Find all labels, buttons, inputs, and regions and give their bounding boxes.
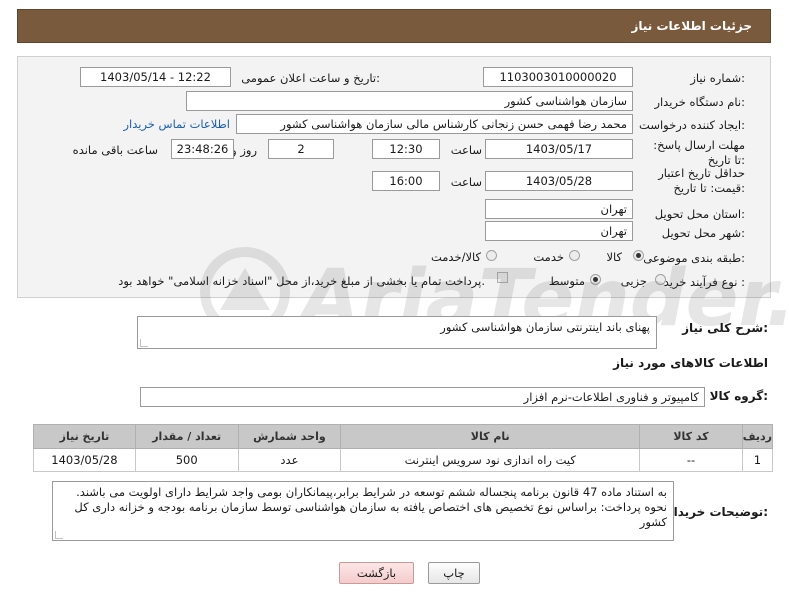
announce-datetime-label: تاریخ و ساعت اعلان عمومی:	[241, 71, 380, 85]
col-header-index: ردیف	[741, 424, 774, 449]
price-validity-time-label: ساعت	[450, 175, 482, 189]
price-validity-label: حداقل تاریخ اعتبار قیمت: تا تاریخ:	[658, 166, 745, 195]
description-value: پهنای باند اینترنتی سازمان هواشناسی کشور	[440, 320, 650, 334]
back-button[interactable]: بازگشت	[339, 562, 414, 584]
buyer-notes-value: به استناد ماده 47 قانون برنامه پنجساله ش…	[74, 485, 667, 529]
goods-table: ردیف کد کالا نام کالا واحد شمارش تعداد /…	[33, 424, 774, 472]
cell-unit: عدد	[237, 448, 342, 472]
goods-section-title: اطلاعات کالاهای مورد نیاز	[613, 356, 768, 370]
category-option-service: خدمت	[533, 250, 564, 264]
col-header-unit: واحد شمارش	[237, 424, 342, 449]
city-label: شهر محل تحویل:	[661, 226, 745, 240]
category-option-goods: کالا	[606, 250, 622, 264]
treasury-payment-note: پرداخت تمام یا بخشی از مبلغ خرید،از محل …	[118, 274, 485, 288]
col-header-quantity: تعداد / مقدار	[134, 424, 239, 449]
days-label: روز و	[231, 143, 257, 157]
treasury-payment-checkbox[interactable]	[497, 272, 508, 283]
goods-table-header-row: ردیف کد کالا نام کالا واحد شمارش تعداد /…	[33, 424, 774, 449]
deadline-label: مهلت ارسال پاسخ: تا تاریخ:	[653, 138, 745, 167]
need-number-field: 1103003010000020	[483, 67, 633, 87]
resize-handle-icon[interactable]	[140, 339, 148, 347]
category-radio-service[interactable]	[569, 250, 580, 261]
category-radio-goods[interactable]	[633, 250, 644, 261]
category-option-goods-service: کالا/خدمت	[430, 250, 481, 264]
process-option-medium: متوسط	[548, 274, 585, 288]
province-label: استان محل تحویل:	[654, 207, 745, 221]
category-radio-goods-service[interactable]	[486, 250, 497, 261]
city-field: تهران	[485, 221, 633, 241]
col-header-name: نام کالا	[340, 424, 641, 449]
buyer-contact-link[interactable]: اطلاعات تماس خریدار	[123, 117, 230, 131]
cell-quantity: 500	[134, 448, 239, 472]
announce-datetime-field: 1403/05/14 - 12:22	[80, 67, 231, 87]
buyer-notes-label: توضیحات خریدار:	[666, 505, 768, 519]
category-label: طبقه بندی موضوعی:	[643, 251, 745, 265]
process-radio-medium[interactable]	[590, 274, 601, 285]
process-option-minor: جزیی	[620, 274, 647, 288]
cell-name: کیت راه اندازی نود سرویس اینترنت	[340, 448, 641, 472]
goods-group-label: گروه کالا:	[709, 389, 768, 403]
need-number-label: شماره نیاز:	[690, 71, 745, 85]
col-header-code: کد کالا	[639, 424, 743, 449]
table-row: 1 -- کیت راه اندازی نود سرویس اینترنت عد…	[33, 448, 774, 472]
resize-handle-icon[interactable]	[55, 531, 63, 539]
price-validity-date-field: 1403/05/28	[485, 171, 633, 191]
cell-need-date: 1403/05/28	[33, 448, 136, 472]
remaining-time-label: ساعت باقی مانده	[72, 143, 158, 157]
process-radio-minor[interactable]	[655, 274, 666, 285]
deadline-time-label: ساعت	[450, 143, 482, 157]
deadline-date-field: 1403/05/17	[485, 139, 633, 159]
print-button[interactable]: چاپ	[428, 562, 480, 584]
deadline-time-field: 12:30	[372, 139, 440, 159]
cell-code: --	[639, 448, 743, 472]
buyer-org-label: نام دستگاه خریدار:	[654, 95, 745, 109]
days-remaining-field: 2	[268, 139, 334, 159]
price-validity-time-field: 16:00	[372, 171, 440, 191]
buyer-org-field: سازمان هواشناسی کشور	[186, 91, 633, 111]
page-header: جزئیات اطلاعات نیاز	[17, 9, 771, 43]
cell-index: 1	[741, 448, 774, 472]
requester-label: ایجاد کننده درخواست:	[639, 118, 745, 132]
page-title: جزئیات اطلاعات نیاز	[631, 19, 752, 33]
process-type-label: نوع فرآیند خرید :	[663, 275, 745, 289]
col-header-need-date: تاریخ نیاز	[33, 424, 136, 449]
buyer-notes-textarea[interactable]: به استناد ماده 47 قانون برنامه پنجساله ش…	[52, 481, 674, 541]
description-textarea[interactable]: پهنای باند اینترنتی سازمان هواشناسی کشور	[137, 316, 657, 349]
requester-field: محمد رضا فهمی حسن زنجانی کارشناس مالی سا…	[236, 114, 633, 134]
goods-group-field: کامپیوتر و فناوری اطلاعات-نرم افزار	[140, 387, 705, 407]
province-field: تهران	[485, 199, 633, 219]
remaining-time-field: 23:48:26	[171, 139, 234, 159]
description-label: شرح کلی نیاز:	[682, 321, 768, 335]
